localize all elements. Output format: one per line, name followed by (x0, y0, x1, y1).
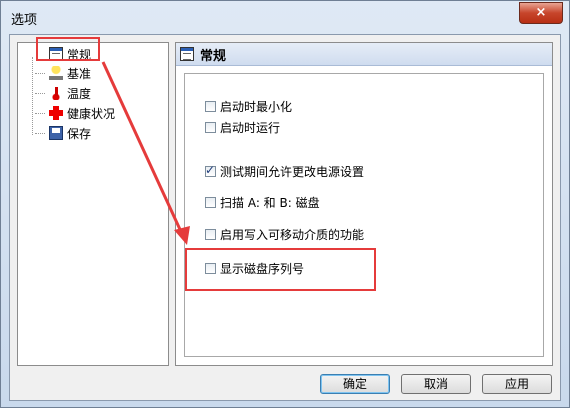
annotation-arrow (101, 61, 190, 245)
